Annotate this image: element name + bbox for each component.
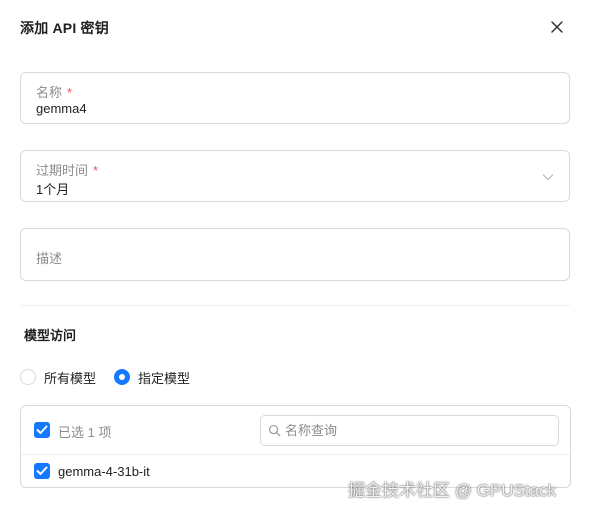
- model-access-title: 模型访问: [24, 328, 77, 343]
- name-field[interactable]: 名称 * gemma4: [20, 72, 570, 124]
- description-placeholder: 描述: [36, 251, 63, 266]
- expiration-select[interactable]: 过期时间 * 1个月: [20, 150, 570, 202]
- search-input[interactable]: [285, 416, 555, 445]
- check-icon: [36, 466, 48, 475]
- item-checkbox[interactable]: [34, 463, 50, 479]
- close-button[interactable]: [546, 16, 568, 38]
- add-api-key-dialog: 添加 API 密钥 名称 * gemma4 过期时间 * 1个月 描述 模型访问 所…: [0, 0, 591, 512]
- watermark: 掘金技术社区 @ GPUStack: [348, 481, 557, 500]
- selected-count: 已选 1 项: [58, 425, 112, 440]
- close-icon: [551, 21, 563, 33]
- item-label: gemma-4-31b-it: [58, 464, 150, 479]
- search-icon: [268, 424, 281, 437]
- required-mark: *: [93, 163, 99, 178]
- search-box[interactable]: [260, 415, 559, 446]
- description-field[interactable]: 描述: [20, 228, 570, 281]
- model-access-radio-group: 所有模型 指定模型: [20, 368, 208, 386]
- chevron-down-icon: [542, 174, 554, 181]
- transfer-header: 已选 1 项: [21, 406, 570, 455]
- radio-label: 所有模型: [44, 370, 97, 386]
- dialog-title: 添加 API 密钥: [20, 20, 109, 36]
- radio-specific-models[interactable]: 指定模型: [114, 368, 190, 387]
- radio-label: 指定模型: [138, 370, 191, 386]
- expiration-label: 过期时间 *: [36, 163, 99, 178]
- radio-button[interactable]: [20, 369, 36, 385]
- name-value: gemma4: [36, 101, 87, 116]
- required-mark: *: [67, 85, 73, 100]
- radio-all-models[interactable]: 所有模型: [20, 368, 96, 387]
- expiration-value: 1个月: [36, 182, 70, 197]
- check-icon: [36, 425, 48, 434]
- radio-button-checked[interactable]: [114, 369, 131, 385]
- select-all-checkbox[interactable]: [34, 422, 50, 438]
- section-divider: [20, 305, 570, 306]
- name-label: 名称 *: [36, 85, 73, 100]
